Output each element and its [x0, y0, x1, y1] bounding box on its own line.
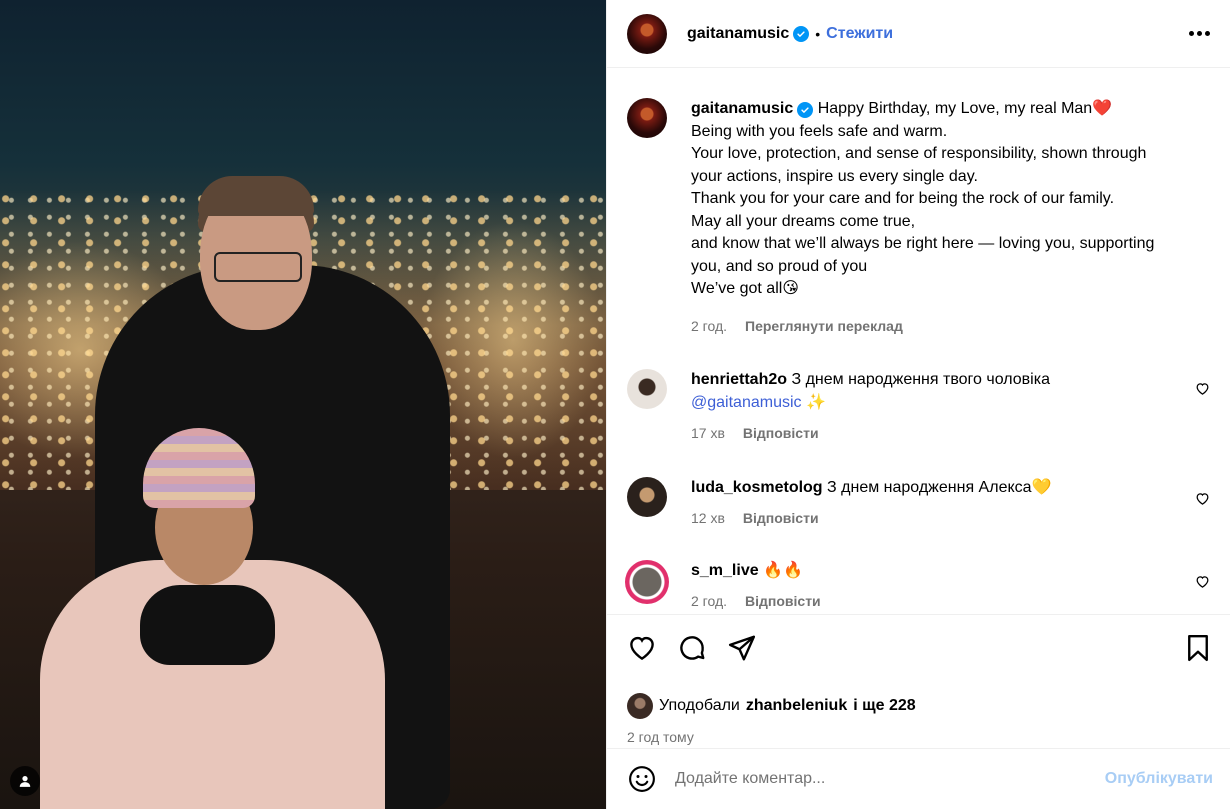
verified-badge-icon [793, 25, 810, 42]
comment-text: 🔥🔥 [763, 561, 803, 579]
comment-body: s_m_live 🔥🔥 2 год. Відповісти [691, 560, 1210, 613]
comment-item: luda_kosmetolog З днем народження Алекса… [627, 476, 1210, 530]
reply-button[interactable]: Відповісти [743, 507, 819, 530]
caption-body: gaitanamusic Happy Birthday, my Love, my… [691, 98, 1210, 337]
comment-meta: 17 хв Відповісти [691, 422, 1174, 445]
commenter-avatar[interactable] [627, 476, 667, 517]
caption-line: and know that we’ll always be right here… [691, 235, 1155, 252]
bookmark-icon[interactable] [1183, 633, 1213, 663]
liker-avatar[interactable] [627, 693, 653, 719]
caption-line: Happy Birthday, my Love, my real Man❤️ [817, 100, 1113, 117]
commenter-username[interactable]: s_m_live [691, 562, 759, 579]
author-username[interactable]: gaitanamusic [687, 25, 789, 43]
comment-like-icon[interactable] [1195, 491, 1210, 511]
reply-button[interactable]: Відповісти [743, 422, 819, 445]
comment-time[interactable]: 17 хв [691, 422, 725, 445]
separator-dot: • [815, 25, 821, 42]
more-options-icon[interactable] [1189, 23, 1210, 44]
mention-link[interactable]: @gaitanamusic [691, 394, 802, 411]
comment-item: s_m_live 🔥🔥 2 год. Відповісти [625, 559, 1210, 613]
comment-meta: 12 хв Відповісти [691, 507, 1174, 530]
man-hair-top [198, 176, 314, 216]
comment-meta: 2 год. Відповісти [691, 590, 1174, 613]
user-tag-icon[interactable] [10, 766, 40, 796]
comment-item: henriettah2o З днем народження твого чол… [627, 369, 1210, 445]
comment-body: luda_kosmetolog З днем народження Алекса… [691, 477, 1210, 530]
verified-badge-icon [797, 102, 814, 118]
comment-like-icon[interactable] [1195, 381, 1210, 401]
caption-line: your actions, inspire us every single da… [691, 167, 978, 185]
heart-hands [140, 585, 275, 665]
heart-icon[interactable] [627, 633, 657, 663]
share-icon[interactable] [727, 633, 757, 663]
publish-button[interactable]: Опублікувати [1105, 770, 1213, 788]
comment-text: З днем народження твого чоловіка [791, 371, 1050, 388]
commenter-username[interactable]: luda_kosmetolog [691, 479, 823, 496]
comment-input[interactable] [675, 770, 1105, 788]
comment-composer: Опублікувати [607, 748, 1230, 809]
post-timestamp[interactable]: 2 год тому [627, 729, 1213, 745]
caption: gaitanamusic Happy Birthday, my Love, my… [627, 98, 1210, 337]
caption-line: May all your dreams come true, [691, 212, 916, 230]
reply-button[interactable]: Відповісти [745, 590, 821, 613]
comment-time[interactable]: 12 хв [691, 507, 725, 530]
caption-username[interactable]: gaitanamusic [691, 100, 793, 117]
likes-prefix: Уподобали [659, 697, 740, 714]
comment-text: З днем народження Алекса💛 [827, 478, 1052, 496]
author-avatar[interactable] [627, 98, 667, 138]
post-actions: Уподобали zhanbeleniuk і ще 228 2 год то… [607, 614, 1230, 747]
post-header: gaitanamusic • Стежити [607, 0, 1230, 68]
translate-button[interactable]: Переглянути переклад [745, 315, 903, 338]
caption-first-line: gaitanamusic Happy Birthday, my Love, my… [691, 98, 1210, 121]
post-photo[interactable] [0, 0, 606, 809]
follow-button[interactable]: Стежити [826, 25, 893, 43]
caption-line: We’ve got all😘 [691, 280, 799, 297]
caption-line: you, and so proud of you [691, 257, 868, 275]
commenter-avatar[interactable] [625, 559, 669, 604]
caption-time[interactable]: 2 год. [691, 315, 727, 338]
caption-line: Your love, protection, and sense of resp… [691, 145, 1147, 162]
likes-count[interactable]: і ще 228 [853, 697, 915, 715]
author-avatar[interactable] [627, 13, 667, 54]
caption-line: Being with you feels safe and warm. [691, 122, 948, 140]
comment-continuation: @gaitanamusic ✨ [691, 392, 1174, 415]
comment-body: henriettah2o З днем народження твого чол… [691, 369, 1210, 445]
action-icons [627, 631, 1213, 665]
liker-username[interactable]: zhanbeleniuk [746, 697, 847, 715]
post-details-panel: gaitanamusic • Стежити gaitanamusic Happ… [606, 0, 1230, 809]
likes-summary: Уподобали zhanbeleniuk і ще 228 [627, 693, 1213, 719]
comment-time[interactable]: 2 год. [691, 590, 727, 613]
commenter-avatar[interactable] [627, 369, 667, 409]
comment-emoji: ✨ [805, 393, 826, 411]
emoji-icon[interactable] [627, 764, 657, 794]
commenter-username[interactable]: henriettah2o [691, 371, 787, 388]
caption-meta: 2 год. Переглянути переклад [691, 315, 1210, 338]
comments-list[interactable]: gaitanamusic Happy Birthday, my Love, my… [607, 68, 1230, 614]
caption-line: Thank you for your care and for being th… [691, 190, 1115, 207]
comment-like-icon[interactable] [1195, 574, 1210, 594]
glasses [214, 252, 302, 282]
comment-icon[interactable] [677, 633, 707, 663]
